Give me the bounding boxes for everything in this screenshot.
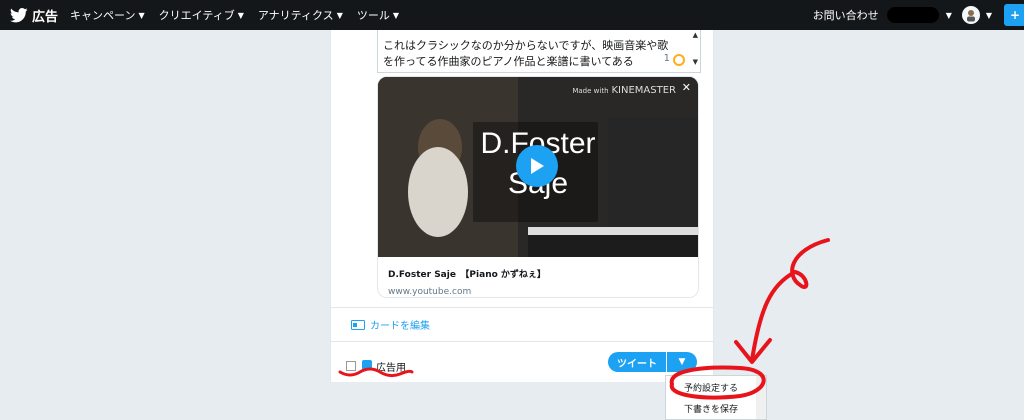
close-icon[interactable]: ✕ (682, 81, 691, 94)
compose-tweet-button[interactable]: + (1004, 4, 1024, 26)
video-thumbnail[interactable]: Made withKINEMASTER ✕ D.Foster Saje (378, 77, 698, 257)
tweet-text: これはクラシックなのか分からないですが、映画音楽や歌 を作ってる作曲家のピアノ作… (383, 39, 669, 68)
edit-card-row: カードを編集 (331, 307, 713, 342)
card-domain: www.youtube.com (388, 287, 472, 297)
brand[interactable]: 広告 (10, 6, 58, 25)
tweet-options-dropdown-button[interactable]: ▼ (667, 352, 697, 372)
chevron-down-icon: ▼ (945, 10, 952, 20)
link-preview-card[interactable]: Made withKINEMASTER ✕ D.Foster Saje D.Fo… (377, 76, 699, 298)
redacted-account-name[interactable] (886, 7, 939, 23)
card-meta: D.Foster Saje 【Piano かずねぇ】 www.youtube.c… (388, 267, 546, 297)
tweet-composer-panel: これはクラシックなのか分からないですが、映画音楽や歌 を作ってる作曲家のピアノ作… (330, 30, 714, 382)
play-icon (531, 158, 544, 174)
chevron-down-icon: ▼ (138, 10, 145, 20)
card-title: D.Foster Saje 【Piano かずねぇ】 (388, 270, 546, 280)
scroll-up-arrow-icon[interactable]: ▲ (693, 31, 698, 39)
card-icon (351, 319, 365, 330)
progress-ring-icon (673, 54, 685, 66)
menu-item-save-draft[interactable]: 下書きを保存 (666, 402, 756, 415)
edit-card-button[interactable]: カードを編集 (351, 317, 430, 332)
scroll-down-arrow-icon[interactable]: ▼ (693, 58, 698, 66)
nav-item-label: アナリティクス (257, 9, 334, 22)
composer-footer: 広告用 ツイート ▼ (331, 348, 713, 382)
tweet-options-menu: 予約設定する 下書きを保存 (665, 375, 767, 420)
nav-item-creatives[interactable]: クリエイティブ ▼ (159, 7, 244, 23)
menu-scrollbar[interactable] (756, 376, 766, 419)
nav-menu: キャンペーン ▼ クリエイティブ ▼ アナリティクス ▼ ツール ▼ (70, 0, 413, 30)
contact-link[interactable]: お問い合わせ (813, 7, 879, 23)
chevron-down-icon: ▼ (237, 10, 244, 20)
compose-icon: + (1009, 8, 1021, 22)
chevron-down-icon: ▼ (392, 10, 399, 20)
kinemaster-watermark: Made with KINEMASTER (572, 85, 676, 96)
annotation-arrow (750, 238, 830, 362)
right-nav: お問い合わせ ▼ ▼ + (813, 0, 1024, 30)
nav-item-label: キャンペーン (70, 9, 136, 22)
twitter-bird-icon (10, 8, 28, 23)
promoted-only-checkbox[interactable] (346, 361, 356, 371)
nav-item-campaigns[interactable]: キャンペーン ▼ (70, 7, 145, 23)
avatar[interactable] (961, 6, 980, 24)
promoted-only-label: 広告用 (376, 363, 406, 374)
character-counter: 1 (663, 53, 670, 64)
chevron-down-icon: ▼ (985, 10, 992, 20)
nav-item-tools[interactable]: ツール ▼ (357, 7, 399, 23)
top-navigation-bar: 広告 キャンペーン ▼ クリエイティブ ▼ アナリティクス ▼ ツール ▼ お問… (0, 0, 1024, 30)
brand-label: 広告 (32, 10, 59, 25)
nav-item-label: ツール (356, 9, 390, 22)
tweet-button[interactable]: ツイート (608, 352, 666, 372)
play-button[interactable] (516, 145, 558, 187)
edit-card-label: カードを編集 (370, 321, 430, 332)
menu-item-schedule[interactable]: 予約設定する (666, 381, 756, 394)
chevron-down-icon: ▼ (678, 357, 686, 367)
user-avatar-icon (966, 10, 975, 22)
annotation-arrowhead (734, 338, 772, 364)
chevron-down-icon: ▼ (336, 10, 343, 20)
nav-item-analytics[interactable]: アナリティクス ▼ (258, 7, 343, 23)
tweet-text-area[interactable]: これはクラシックなのか分からないですが、映画音楽や歌 を作ってる作曲家のピアノ作… (377, 30, 701, 73)
promoted-icon (362, 360, 372, 370)
nav-item-label: クリエイティブ (158, 9, 235, 22)
